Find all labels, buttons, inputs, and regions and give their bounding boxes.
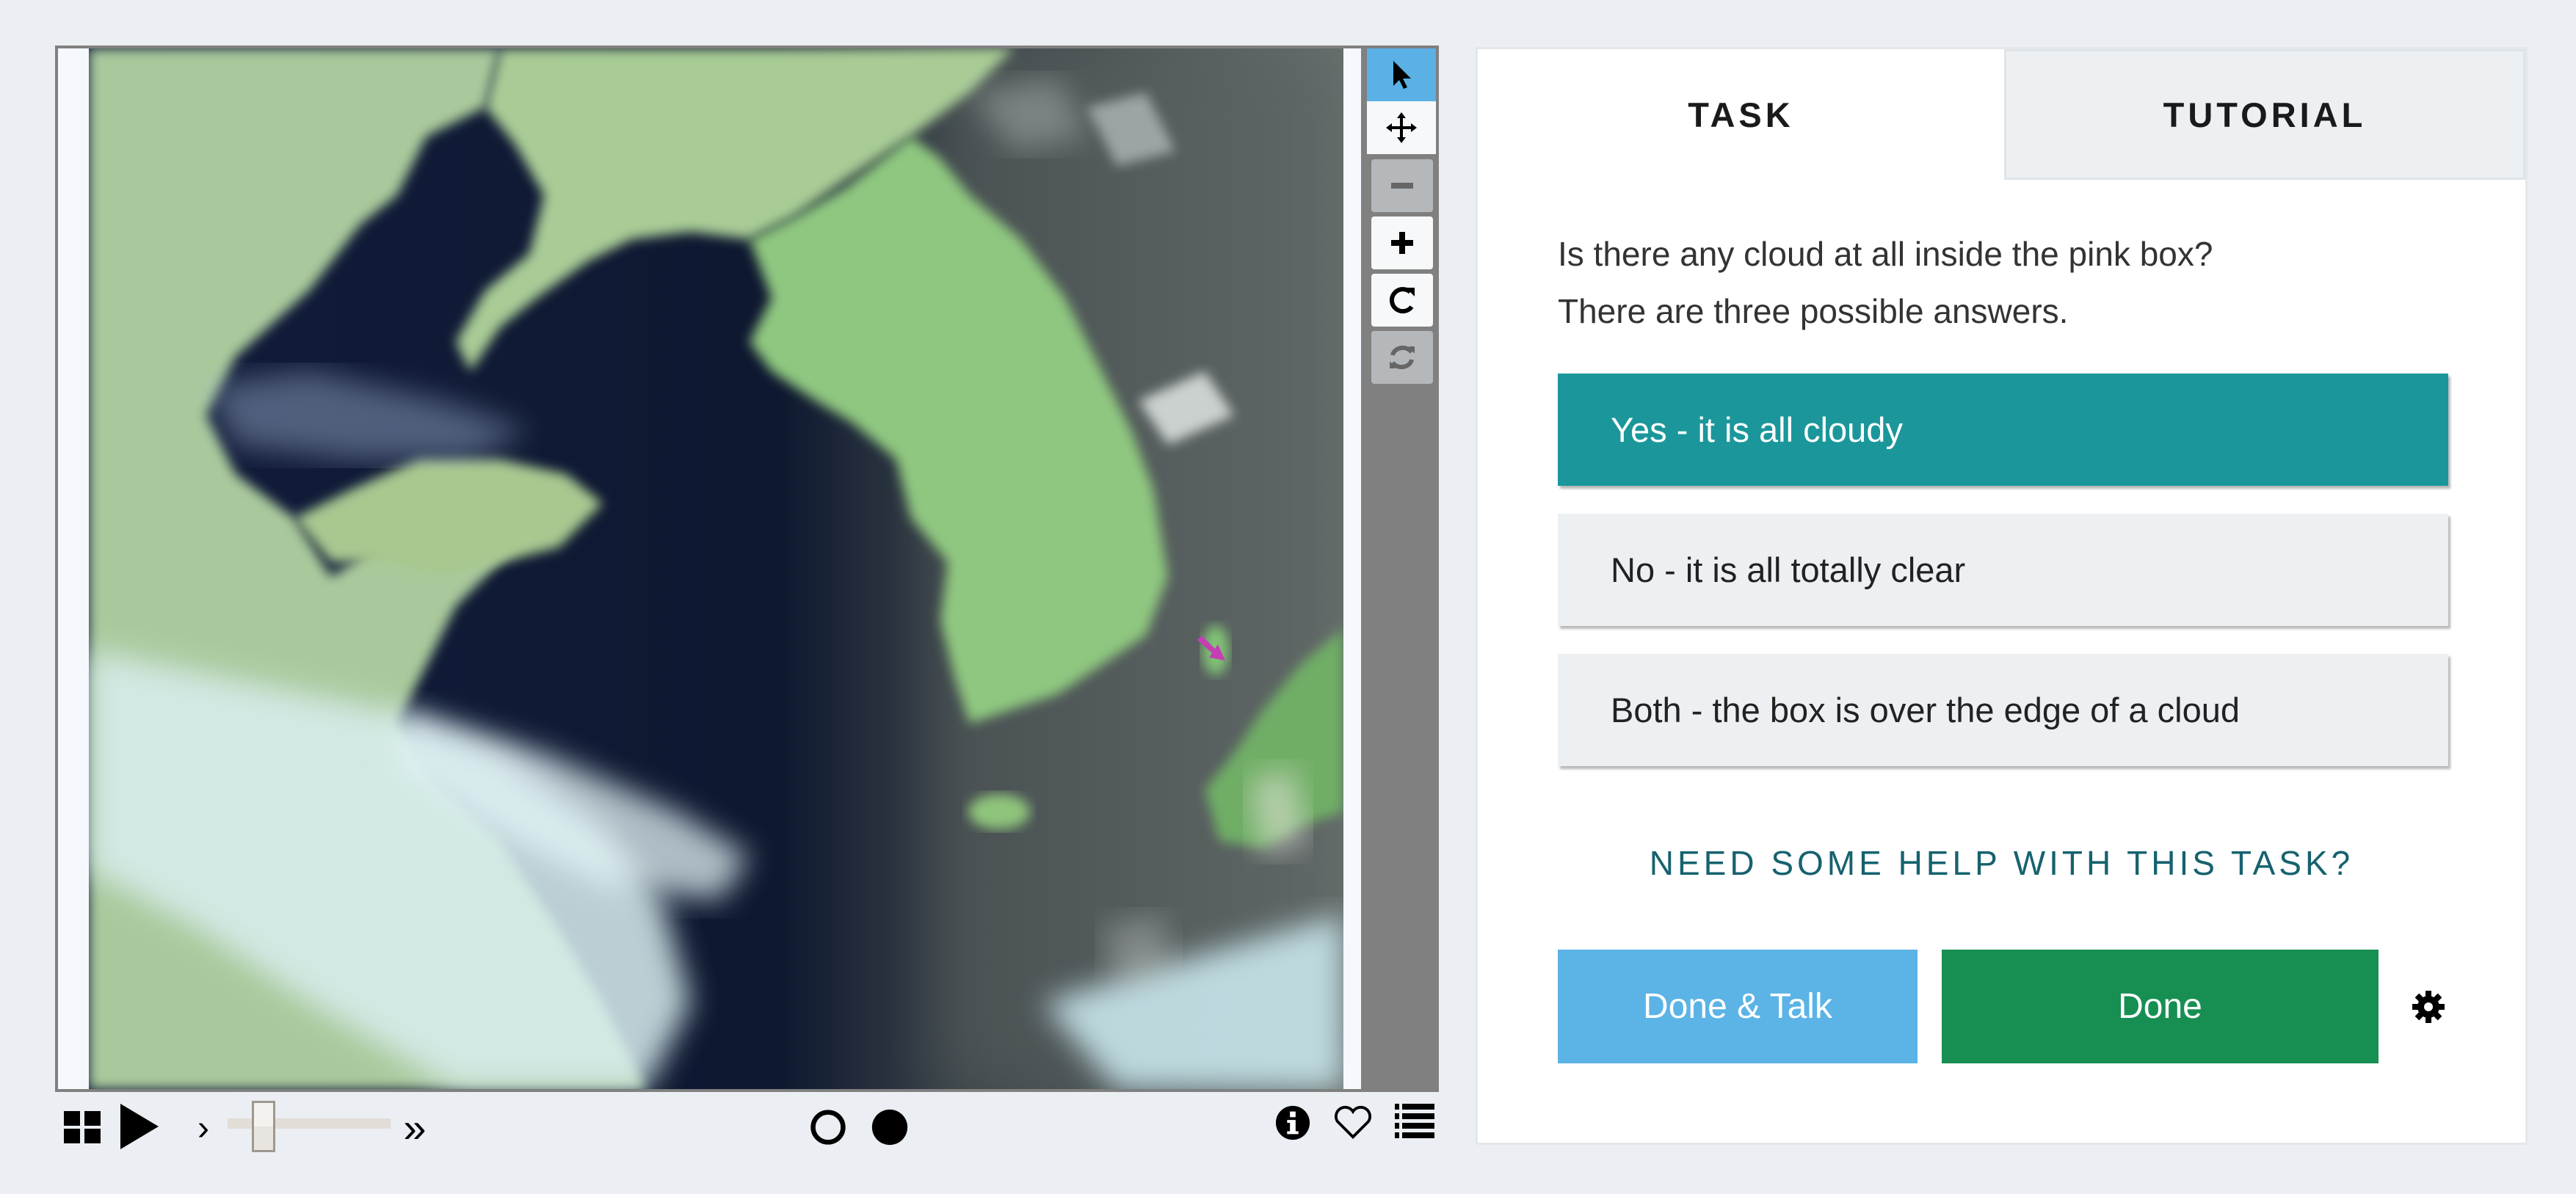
help-link[interactable]: NEED SOME HELP WITH THIS TASK? — [1478, 843, 2525, 883]
info-icon — [1275, 1105, 1310, 1140]
pointer-arrow-icon — [1393, 61, 1411, 89]
pan-tool-button[interactable] — [1367, 101, 1436, 154]
satellite-image-render — [89, 48, 1343, 1089]
minus-icon — [1391, 183, 1413, 189]
chevron-right-icon: › — [197, 1108, 209, 1148]
done-button[interactable]: Done — [1942, 950, 2379, 1063]
gear-icon — [2412, 991, 2445, 1023]
list-icon — [1395, 1104, 1434, 1138]
settings-button[interactable] — [2406, 985, 2450, 1029]
answer-yes[interactable]: Yes - it is all cloudy — [1558, 374, 2448, 486]
viewer-toolbar — [1364, 45, 1439, 1092]
answer-label: Yes - it is all cloudy — [1611, 410, 1903, 449]
answer-label: Both - the box is over the edge of a clo… — [1611, 691, 2240, 729]
rotate-button[interactable] — [1371, 274, 1433, 327]
empty-circle-icon — [810, 1110, 846, 1145]
grid-button[interactable] — [62, 1108, 104, 1145]
plus-icon — [1391, 232, 1413, 254]
play-button[interactable] — [117, 1102, 162, 1151]
viewer-controls: › » — [0, 1101, 1454, 1152]
frame-dot-1[interactable] — [808, 1107, 849, 1148]
tab-tutorial[interactable]: TUTORIAL — [2004, 49, 2525, 180]
frame-slider-thumb[interactable] — [252, 1101, 276, 1152]
question-subtext: There are three possible answers. — [1558, 292, 2069, 330]
move-arrows-icon — [1386, 112, 1417, 143]
play-icon — [120, 1104, 159, 1149]
skip-end-button[interactable]: » — [396, 1104, 433, 1151]
answer-both[interactable]: Both - the box is over the edge of a clo… — [1558, 654, 2448, 766]
double-chevron-right-icon: » — [403, 1104, 427, 1151]
question-text: Is there any cloud at all inside the pin… — [1558, 235, 2213, 273]
grid-icon — [64, 1111, 101, 1143]
pointer-tool-button[interactable] — [1367, 48, 1436, 101]
step-forward-button[interactable]: › — [192, 1108, 214, 1148]
filled-circle-icon — [871, 1109, 908, 1146]
task-panel: TASK TUTORIAL Is there any cloud at all … — [1478, 49, 2525, 1143]
reset-button[interactable] — [1371, 331, 1433, 384]
frame-dot-2[interactable] — [869, 1107, 910, 1148]
heart-icon — [1335, 1105, 1371, 1139]
answer-label: No - it is all totally clear — [1611, 550, 1966, 589]
answer-no[interactable]: No - it is all totally clear — [1558, 514, 2448, 626]
collections-button[interactable] — [1393, 1101, 1436, 1142]
rotate-icon — [1389, 287, 1415, 314]
zoom-in-button[interactable] — [1371, 216, 1433, 269]
pink-box-marker[interactable] — [1196, 636, 1228, 665]
refresh-icon — [1390, 345, 1415, 370]
zoom-out-button[interactable] — [1371, 159, 1433, 212]
favorite-button[interactable] — [1332, 1104, 1374, 1142]
satellite-image[interactable] — [89, 48, 1343, 1089]
tab-task[interactable]: TASK — [1478, 49, 2004, 180]
subject-viewer — [55, 45, 1364, 1092]
info-button[interactable] — [1274, 1104, 1312, 1142]
done-and-talk-button[interactable]: Done & Talk — [1558, 950, 1918, 1063]
task-question: Is there any cloud at all inside the pin… — [1558, 225, 2213, 340]
